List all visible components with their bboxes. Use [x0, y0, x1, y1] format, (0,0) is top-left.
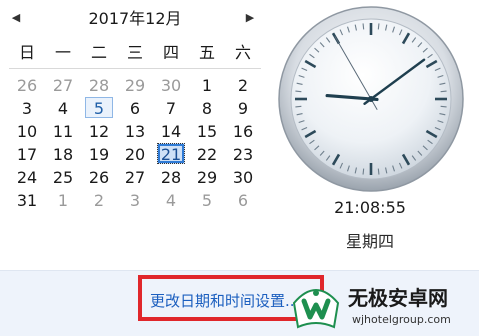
calendar-day-adjacent-month[interactable]: 28: [85, 74, 113, 95]
calendar-day[interactable]: 2: [229, 74, 257, 95]
calendar-day-adjacent-month[interactable]: 5: [193, 189, 221, 210]
minute-tick: [295, 90, 302, 93]
calendar-day[interactable]: 20: [121, 143, 149, 164]
calendar-day[interactable]: 9: [229, 97, 257, 118]
watermark-logo-icon: [292, 289, 340, 329]
calendar-day[interactable]: 13: [121, 120, 149, 141]
calendar-day[interactable]: 11: [49, 120, 77, 141]
calendar-day[interactable]: 15: [193, 120, 221, 141]
calendar-day[interactable]: 7: [157, 97, 185, 118]
calendar-day-today[interactable]: 5: [85, 97, 113, 118]
digital-time: 21:08:55: [334, 198, 406, 217]
calendar-day-adjacent-month[interactable]: 1: [49, 189, 77, 210]
calendar-day[interactable]: 19: [85, 143, 113, 164]
calendar-day-adjacent-month[interactable]: 3: [121, 189, 149, 210]
calendar-day-adjacent-month[interactable]: 26: [13, 74, 41, 95]
analog-clock: [278, 6, 464, 192]
calendar-day[interactable]: 17: [13, 143, 41, 164]
calendar-day[interactable]: 29: [193, 166, 221, 187]
previous-month-arrow-icon[interactable]: ◀: [8, 8, 24, 28]
calendar-day[interactable]: 12: [85, 120, 113, 141]
month-title[interactable]: 2017年12月: [60, 8, 210, 30]
calendar-day[interactable]: 25: [49, 166, 77, 187]
minute-tick: [440, 105, 447, 108]
calendar-day[interactable]: 6: [121, 97, 149, 118]
calendar-day[interactable]: 30: [229, 166, 257, 187]
calendar-day-adjacent-month[interactable]: 27: [49, 74, 77, 95]
current-weekday: 星期四: [345, 232, 394, 251]
calendar-day-adjacent-month[interactable]: 4: [157, 189, 185, 210]
weekday-header-row: 日 一 二 三 四 五 六: [9, 38, 261, 69]
calendar-day[interactable]: 18: [49, 143, 77, 164]
minute-tick: [377, 168, 380, 175]
calendar-clock-panel: ◀ 2017年12月 ▶ 日 一 二 三 四 五 六 26 27 28 29 30 1 2 3…: [0, 0, 479, 270]
calendar-day[interactable]: 23: [229, 143, 257, 164]
calendar-day[interactable]: 28: [157, 166, 185, 187]
calendar-day[interactable]: 16: [229, 120, 257, 141]
calendar-day-adjacent-month[interactable]: 2: [85, 189, 113, 210]
weekday-label: 五: [198, 43, 215, 62]
calendar-day-adjacent-month[interactable]: 30: [157, 74, 185, 95]
calendar-day-grid: 26 27 28 29 30 1 2 3 4 5 6 7 8 9 10 11 12 13 14 15 16 17 18 19 2…: [9, 73, 261, 211]
minute-tick: [295, 105, 302, 108]
calendar-day[interactable]: 10: [13, 120, 41, 141]
calendar-day[interactable]: 14: [157, 120, 185, 141]
calendar-day[interactable]: 24: [13, 166, 41, 187]
minute-tick: [377, 23, 380, 30]
calendar-day[interactable]: 27: [121, 166, 149, 187]
calendar-day[interactable]: 22: [193, 143, 221, 164]
next-month-arrow-icon[interactable]: ▶: [242, 8, 258, 28]
clock-center-pin: [368, 96, 374, 102]
weekday-label: 四: [162, 43, 179, 62]
minute-tick: [362, 23, 365, 30]
calendar-day[interactable]: 1: [193, 74, 221, 95]
weekday-label: 二: [90, 43, 107, 62]
calendar-day-selected[interactable]: 21: [157, 143, 185, 164]
calendar-day[interactable]: 3: [13, 97, 41, 118]
weekday-label: 三: [126, 43, 143, 62]
change-datetime-settings-link[interactable]: 更改日期和时间设置...: [150, 290, 299, 312]
calendar-day-adjacent-month[interactable]: 6: [229, 189, 257, 210]
calendar-day-adjacent-month[interactable]: 29: [121, 74, 149, 95]
watermark-domain: wjhotelgroup.com: [352, 313, 451, 326]
calendar-day[interactable]: 26: [85, 166, 113, 187]
calendar-day[interactable]: 8: [193, 97, 221, 118]
minute-tick: [440, 90, 447, 93]
minute-tick: [362, 168, 365, 175]
weekday-label: 日: [18, 43, 35, 62]
calendar-day[interactable]: 4: [49, 97, 77, 118]
weekday-label: 一: [54, 43, 71, 62]
watermark-brand: 无极安卓网: [348, 286, 448, 310]
weekday-label: 六: [234, 43, 251, 62]
calendar-day[interactable]: 31: [13, 189, 41, 210]
